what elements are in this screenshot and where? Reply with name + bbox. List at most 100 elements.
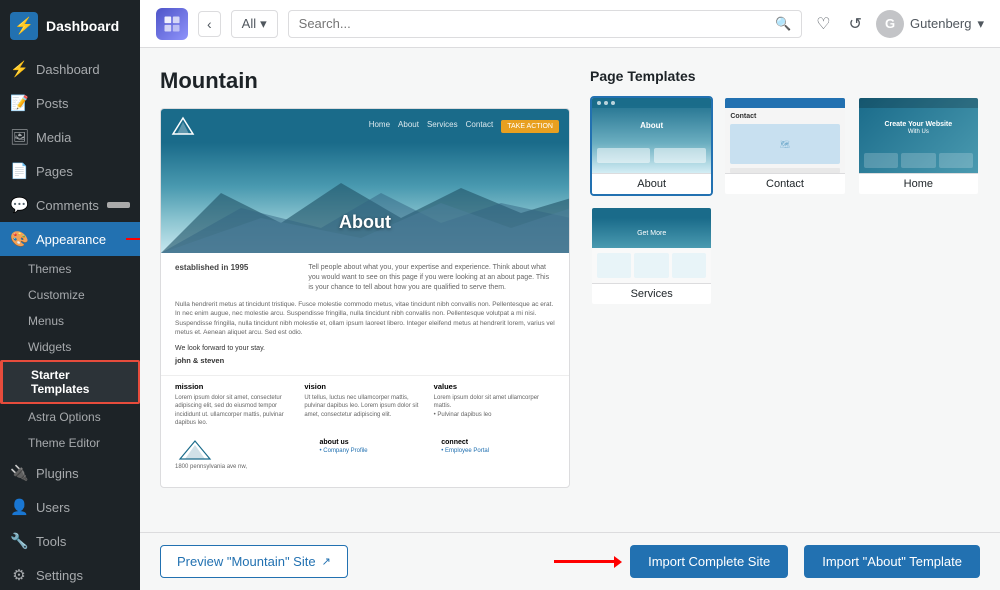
search-icon: 🔍 [775, 16, 791, 32]
values-title: values [434, 382, 555, 391]
sidebar-sub-menus[interactable]: Menus [0, 308, 140, 334]
signature: john & steven [175, 356, 555, 365]
refresh-button[interactable]: ↺ [845, 10, 866, 38]
sidebar-item-label: Appearance [36, 232, 106, 247]
about-col-2 [654, 148, 707, 163]
import-template-button[interactable]: Import "About" Template [804, 545, 980, 578]
sidebar-item-label: Users [36, 500, 70, 515]
sidebar-item-label: Settings [36, 568, 83, 583]
sidebar-item-media[interactable]: 🖼 Media [0, 120, 140, 154]
about-content-cols [592, 143, 711, 168]
footer-text: We look forward to your stay. [175, 345, 555, 352]
nav-about-link: About [398, 120, 419, 133]
template-card-about[interactable]: About [590, 96, 713, 196]
tools-icon: 🔧 [10, 532, 28, 550]
mission-vision-values: mission Lorem ipsum dolor sit amet, cons… [161, 375, 569, 434]
template-name: Mountain [160, 68, 570, 94]
service-card-2 [634, 253, 668, 278]
sidebar-item-users[interactable]: 👤 Users [0, 490, 140, 524]
preview-site-button[interactable]: Preview "Mountain" Site ↗ [160, 545, 348, 578]
sidebar-item-dashboard[interactable]: ⚡ Dashboard [0, 52, 140, 86]
sidebar-sub-widgets[interactable]: Widgets [0, 334, 140, 360]
services-card-label: Services [592, 283, 711, 304]
vision-text: Ut tellus, luctus nec ullamcorper mattis… [304, 394, 425, 419]
external-link-icon: ↗ [322, 555, 331, 568]
about-template-img: About [592, 98, 711, 173]
home-nav [859, 98, 978, 108]
import-complete-button[interactable]: Import Complete Site [630, 545, 788, 578]
sidebar-sub-astra-options[interactable]: Astra Options [0, 404, 140, 430]
template-preview-section: Mountain Home About Services Contact [160, 68, 570, 522]
plugin-logo-icon [156, 8, 188, 40]
template-card-contact[interactable]: Contact 🗺 [723, 96, 846, 196]
sidebar-item-posts[interactable]: 📝 Posts [0, 86, 140, 120]
template-card-services[interactable]: Get More Services [590, 206, 713, 306]
preview-content: established in 1995 Tell people about wh… [161, 253, 569, 375]
sidebar-sub-customize[interactable]: Customize [0, 282, 140, 308]
page-templates-section: Page Templates [590, 68, 980, 522]
comments-icon: 💬 [10, 196, 28, 214]
home-card-2 [901, 153, 935, 168]
appearance-arrow-indicator [126, 238, 140, 240]
home-card-label: Home [859, 173, 978, 194]
sidebar-item-comments[interactable]: 💬 Comments [0, 188, 140, 222]
vision-title: vision [304, 382, 425, 391]
sidebar: ⚡ Dashboard ⚡ Dashboard 📝 Posts 🖼 Media … [0, 0, 140, 590]
sidebar-item-label: Plugins [36, 466, 79, 481]
sidebar-item-label: Dashboard [36, 62, 100, 77]
sidebar-item-pages[interactable]: 📄 Pages [0, 154, 140, 188]
comments-count-bar [107, 202, 130, 208]
content-row-lorem: Nulla hendrerit metus at tincidunt trist… [175, 300, 555, 336]
favorites-button[interactable]: ♡ [812, 10, 834, 38]
sidebar-sub-theme-editor[interactable]: Theme Editor [0, 430, 140, 456]
mission-col: mission Lorem ipsum dolor sit amet, cons… [175, 382, 296, 428]
footer-about-col: about us • Company Profile [320, 439, 434, 470]
page-templates-label: Page Templates [590, 68, 980, 84]
hero-text: About [339, 212, 391, 233]
sidebar-item-label: Tools [36, 534, 66, 549]
search-input[interactable] [299, 16, 775, 31]
footer-logo-svg [175, 439, 215, 461]
content-right: Tell people about what you, your experti… [308, 263, 555, 292]
dashboard-icon: ⚡ [10, 12, 38, 40]
home-cards [859, 148, 978, 173]
template-card-home[interactable]: Create Your WebsiteWith Us Home [857, 96, 980, 196]
filter-dropdown[interactable]: All ▾ [231, 10, 278, 38]
sidebar-logo[interactable]: ⚡ Dashboard [0, 0, 140, 52]
user-menu[interactable]: G Gutenberg ▾ [876, 10, 984, 38]
about-card-label: About [592, 173, 711, 194]
body-text: Tell people about what you, your experti… [308, 263, 555, 292]
empty-slot-2 [857, 206, 980, 296]
contact-title: Contact [730, 113, 839, 120]
sidebar-item-tools[interactable]: 🔧 Tools [0, 524, 140, 558]
sidebar-item-appearance[interactable]: 🎨 Appearance [0, 222, 140, 256]
nav-contact-link: Contact [466, 120, 494, 133]
services-hero: Get More [592, 218, 711, 248]
contact-mini-preview: Contact 🗺 [725, 98, 844, 173]
template-preview-frame: Home About Services Contact TAKE ACTION [160, 108, 570, 488]
back-button[interactable]: ‹ [198, 11, 221, 37]
import-actions: Import Complete Site Import "About" Temp… [554, 545, 980, 578]
footer-address: 1800 pennsylvania ave nw, [175, 464, 312, 470]
templates-grid-row2: Get More Services [590, 206, 980, 306]
settings-icon: ⚙ [10, 566, 28, 584]
sidebar-sub-starter-templates[interactable]: Starter Templates [0, 360, 140, 404]
pages-icon: 📄 [10, 162, 28, 180]
lorem-text: Nulla hendrerit metus at tincidunt trist… [175, 300, 555, 336]
sidebar-item-plugins[interactable]: 🔌 Plugins [0, 456, 140, 490]
contact-card-label: Contact [725, 173, 844, 194]
about-lines [592, 168, 711, 173]
sidebar-sub-themes[interactable]: Themes [0, 256, 140, 282]
nav-dot-3 [611, 101, 615, 105]
sidebar-item-label: Posts [36, 96, 69, 111]
user-chevron-icon: ▾ [977, 16, 984, 32]
red-arrow [554, 560, 614, 563]
content-left: established in 1995 [175, 263, 298, 292]
footer-about-title: about us [320, 439, 434, 446]
content-inner: Mountain Home About Services Contact [140, 48, 1000, 532]
sidebar-item-settings[interactable]: ⚙ Settings [0, 558, 140, 590]
services-mini-preview: Get More [592, 208, 711, 283]
nav-dot-2 [604, 101, 608, 105]
nav-home-link: Home [369, 120, 390, 133]
user-name: Gutenberg [910, 16, 971, 31]
